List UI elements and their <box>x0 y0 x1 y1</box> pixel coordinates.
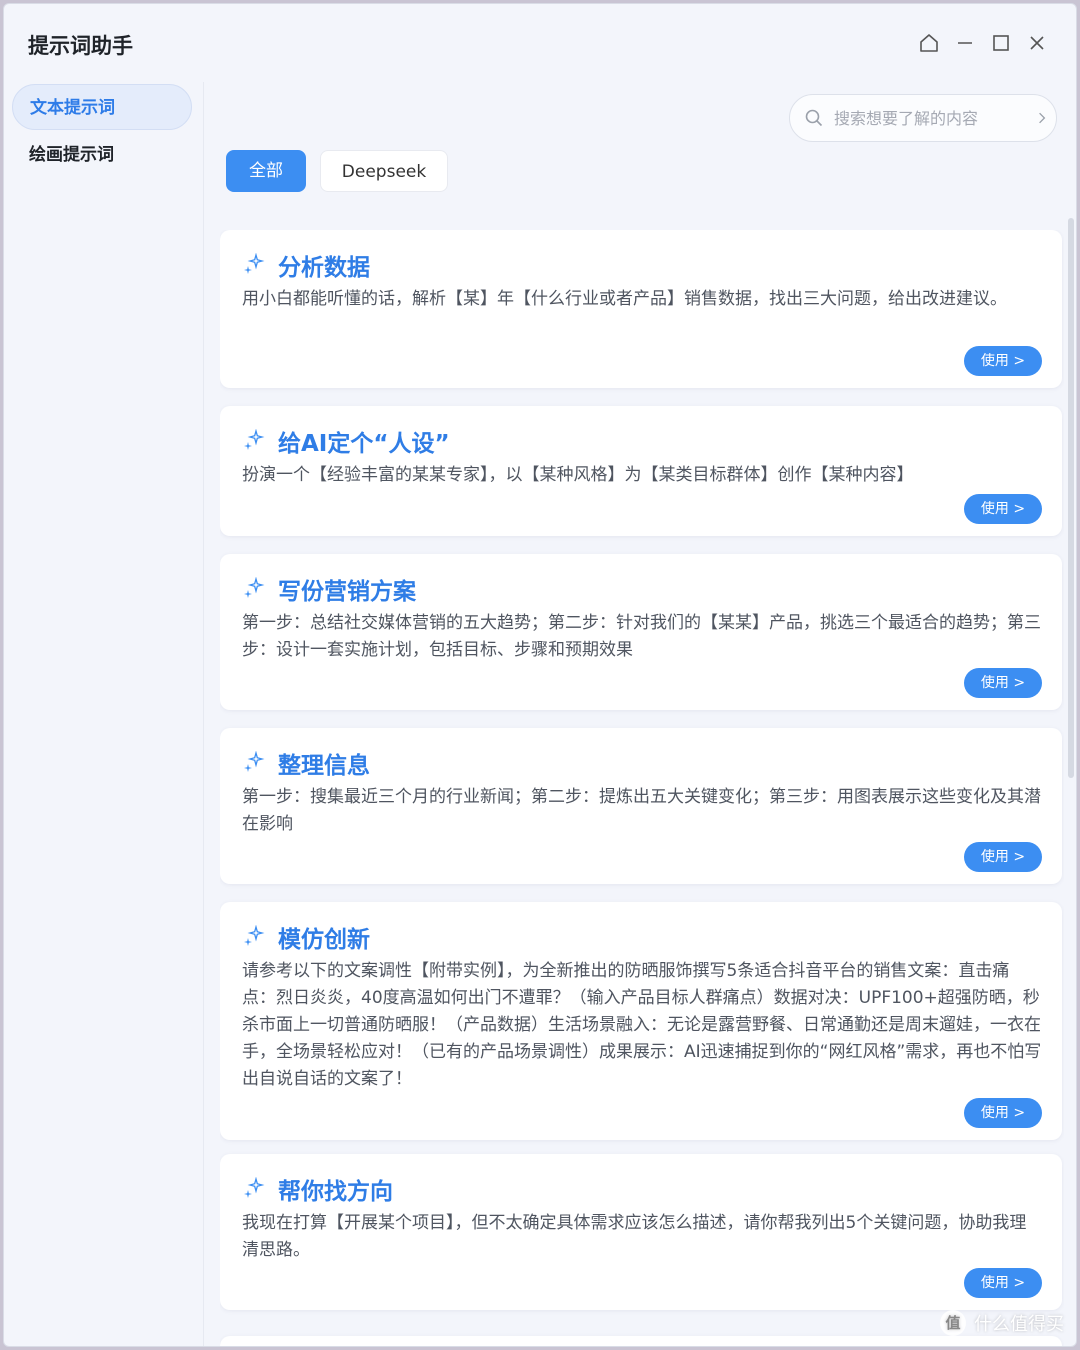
maximize-button[interactable] <box>990 32 1012 54</box>
prompt-card-partial <box>220 1336 1062 1346</box>
watermark-logo: 值 <box>940 1310 966 1336</box>
use-button[interactable]: 使用 > <box>964 346 1042 376</box>
watermark: 值 什么值得买 <box>940 1310 1064 1336</box>
home-button[interactable] <box>918 32 940 54</box>
prompt-card-list: 分析数据 用小白都能听懂的话，解析【某】年【什么行业或者产品】销售数据，找出三大… <box>220 230 1064 1346</box>
card-title: 模仿创新 <box>278 927 370 953</box>
app-title: 提示词助手 <box>28 34 133 58</box>
use-button[interactable]: 使用 > <box>964 1268 1042 1298</box>
sidebar-item-drawing-prompts[interactable]: 绘画提示词 <box>12 132 192 178</box>
minimize-button[interactable] <box>954 32 976 54</box>
scrollbar[interactable] <box>1068 218 1074 778</box>
card-description: 扮演一个【经验丰富的某某专家】，以【某种风格】为【某类目标群体】创作【某种内容】 <box>242 465 914 485</box>
use-button[interactable]: 使用 > <box>964 494 1042 524</box>
sparkle-icon <box>244 577 265 598</box>
sparkle-icon <box>244 253 265 274</box>
sidebar: 文本提示词 绘画提示词 <box>4 82 204 1346</box>
use-button[interactable]: 使用 > <box>964 842 1042 872</box>
chevron-right-icon[interactable] <box>1034 110 1050 126</box>
card-description: 第一步：总结社交媒体营销的五大趋势；第二步：针对我们的【某某】产品，挑选三个最适… <box>242 613 1041 660</box>
card-title: 写份营销方案 <box>278 579 416 605</box>
search-input[interactable] <box>834 108 1034 128</box>
use-button[interactable]: 使用 > <box>964 668 1042 698</box>
title-bar: 提示词助手 <box>4 4 1076 82</box>
prompt-card: 模仿创新 请参考以下的文案调性【附带实例】，为全新推出的防晒服饰撰写5条适合抖音… <box>220 902 1062 1140</box>
prompt-card: 整理信息 第一步：搜集最近三个月的行业新闻；第二步：提炼出五大关键变化；第三步：… <box>220 728 1062 884</box>
sparkle-icon <box>244 1177 265 1198</box>
watermark-text: 什么值得买 <box>974 1314 1064 1335</box>
card-title: 分析数据 <box>278 255 370 281</box>
prompt-card: 分析数据 用小白都能听懂的话，解析【某】年【什么行业或者产品】销售数据，找出三大… <box>220 230 1062 388</box>
home-icon <box>920 34 938 52</box>
card-description: 用小白都能听懂的话，解析【某】年【什么行业或者产品】销售数据，找出三大问题，给出… <box>242 289 1007 309</box>
filter-tab-all[interactable]: 全部 <box>226 150 306 192</box>
card-title: 整理信息 <box>278 753 370 779</box>
sparkle-icon <box>244 925 265 946</box>
app-window: 提示词助手 文本提示词 绘画提示词 全部 Deepseek <box>3 3 1077 1347</box>
prompt-card: 帮你找方向 我现在打算【开展某个项目】，但不太确定具体需求应该怎么描述，请你帮我… <box>220 1154 1062 1310</box>
window-controls <box>918 32 1048 54</box>
sidebar-item-text-prompts[interactable]: 文本提示词 <box>12 84 192 130</box>
filter-tab-deepseek[interactable]: Deepseek <box>320 150 448 192</box>
prompt-card: 写份营销方案 第一步：总结社交媒体营销的五大趋势；第二步：针对我们的【某某】产品… <box>220 554 1062 710</box>
search-icon <box>805 109 823 127</box>
close-icon <box>1030 36 1044 50</box>
maximize-icon <box>993 35 1009 51</box>
card-description: 我现在打算【开展某个项目】，但不太确定具体需求应该怎么描述，请你帮我列出5个关键… <box>242 1213 1027 1260</box>
sparkle-icon <box>244 751 265 772</box>
prompt-card: 给AI定个“人设” 扮演一个【经验丰富的某某专家】，以【某种风格】为【某类目标群… <box>220 406 1062 536</box>
close-button[interactable] <box>1026 32 1048 54</box>
card-title: 帮你找方向 <box>278 1179 393 1205</box>
minimize-icon <box>958 42 972 44</box>
search-box[interactable] <box>789 94 1057 142</box>
card-description: 第一步：搜集最近三个月的行业新闻；第二步：提炼出五大关键变化；第三步：用图表展示… <box>242 787 1041 834</box>
sparkle-icon <box>244 429 265 450</box>
card-description: 请参考以下的文案调性【附带实例】，为全新推出的防晒服饰撰写5条适合抖音平台的销售… <box>242 961 1042 1089</box>
card-title: 给AI定个“人设” <box>278 431 450 457</box>
use-button[interactable]: 使用 > <box>964 1098 1042 1128</box>
